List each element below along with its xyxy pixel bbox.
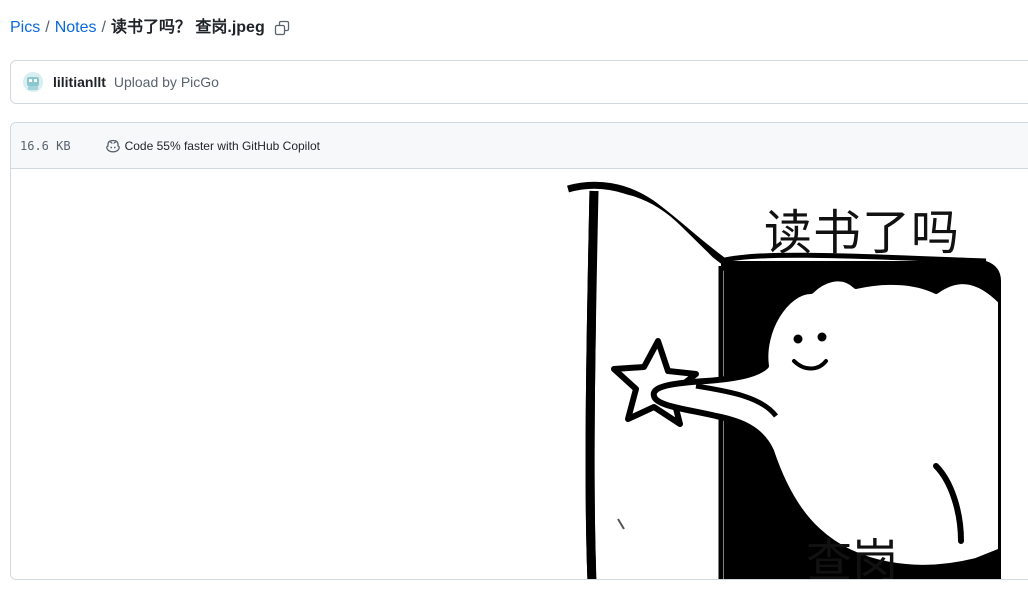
breadcrumb: Pics / Notes / 读书了吗？ 查岗.jpeg <box>10 17 291 39</box>
meme-caption-bottom: 查岗 <box>806 534 898 580</box>
image-preview: 读书了吗 查岗 <box>11 169 1028 580</box>
commit-author[interactable]: lilitianllt <box>53 74 106 90</box>
breadcrumb-repo-link[interactable]: Pics <box>10 17 40 39</box>
file-size: 16.6 KB <box>20 138 71 153</box>
breadcrumb-separator: / <box>45 19 50 36</box>
breadcrumb-file-name: 读书了吗？ 查岗.jpeg <box>110 19 265 36</box>
meme-caption-top: 读书了吗 <box>764 205 961 261</box>
commit-message[interactable]: Upload by PicGo <box>114 74 219 90</box>
avatar[interactable] <box>23 72 43 92</box>
copilot-icon <box>105 138 121 154</box>
meme-image: 读书了吗 查岗 <box>556 181 1001 580</box>
file-header: 16.6 KB Code 55% faster with GitHub Copi… <box>11 123 1028 169</box>
copilot-promo-link[interactable]: Code 55% faster with GitHub Copilot <box>105 138 320 154</box>
breadcrumb-folder-link[interactable]: Notes <box>55 17 97 39</box>
copy-path-button[interactable] <box>273 19 291 37</box>
file-viewer: 16.6 KB Code 55% faster with GitHub Copi… <box>10 122 1028 580</box>
copilot-promo-text: Code 55% faster with GitHub Copilot <box>124 138 321 153</box>
copy-icon <box>274 20 289 36</box>
latest-commit-bar: lilitianllt Upload by PicGo <box>10 60 1028 104</box>
breadcrumb-separator: / <box>101 19 106 36</box>
